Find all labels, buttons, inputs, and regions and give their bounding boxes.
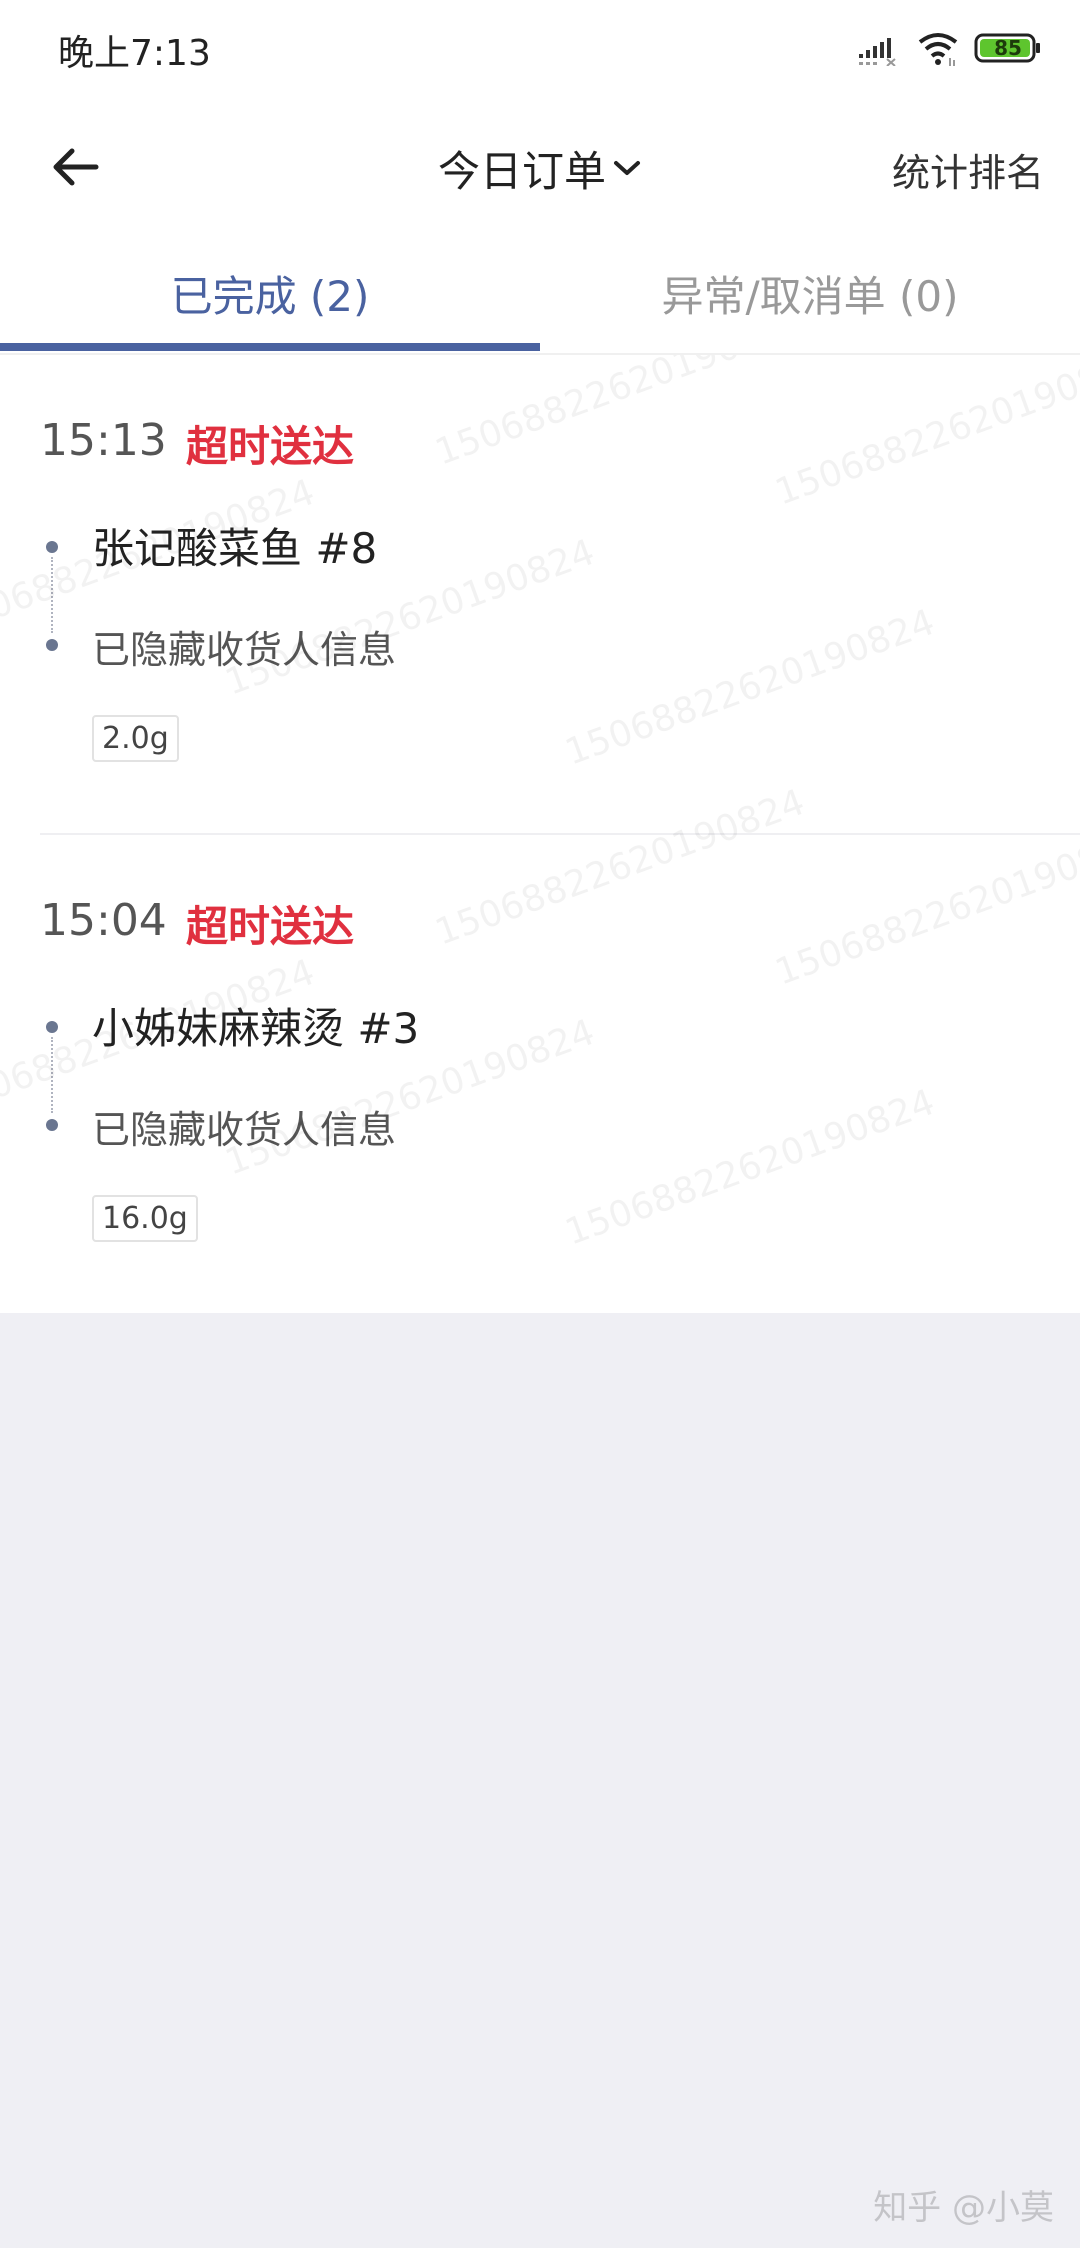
page-title: 今日订单 (437, 146, 606, 196)
status-time: 晚上7:13 (58, 33, 211, 74)
merchant-dot (46, 1021, 58, 1033)
status-bar: 晚上7:13 85 (0, 0, 1080, 100)
chevron-down-icon (614, 161, 640, 175)
tab-exceptional[interactable]: 异常/取消单 (0) (540, 235, 1080, 351)
orders-list: 15:13 超时送达 张记酸菜鱼 #8 已隐藏收货人信息 2.0g 15:04 … (0, 355, 1080, 1313)
route-line (51, 1037, 53, 1113)
battery-level: 85 (994, 36, 1022, 60)
order-time: 15:04 (40, 895, 167, 946)
merchant-name: 小姊妹麻辣烫 #3 (92, 1004, 420, 1053)
merchant-dot (46, 541, 58, 553)
order-tabs: 已完成 (2) 异常/取消单 (0) (0, 235, 1080, 355)
customer-dot (46, 1119, 58, 1131)
order-status: 超时送达 (186, 902, 355, 951)
tab-indicator (0, 343, 540, 351)
tab-completed[interactable]: 已完成 (2) (0, 235, 540, 351)
signal-icon (859, 38, 896, 66)
zhihu-watermark: 知乎 @小莫 (873, 2188, 1054, 2228)
order-time: 15:13 (40, 415, 167, 466)
order-status: 超时送达 (186, 422, 355, 471)
order-card[interactable]: 15:13 超时送达 张记酸菜鱼 #8 已隐藏收货人信息 2.0g (0, 355, 1080, 835)
wifi-icon (918, 33, 958, 66)
customer-dot (46, 639, 58, 651)
route-line (51, 557, 53, 633)
header-bar: 今日订单 统计排名 (0, 100, 1080, 235)
customer-info: 已隐藏收货人信息 (92, 628, 397, 672)
order-card[interactable]: 15:04 超时送达 小姊妹麻辣烫 #3 已隐藏收货人信息 16.0g (0, 835, 1080, 1313)
customer-info: 已隐藏收货人信息 (92, 1108, 397, 1152)
merchant-name: 张记酸菜鱼 #8 (92, 524, 378, 573)
weight-tag: 16.0g (92, 1195, 198, 1242)
weight-tag: 2.0g (92, 715, 179, 762)
stats-ranking-link[interactable]: 统计排名 (892, 142, 1044, 197)
